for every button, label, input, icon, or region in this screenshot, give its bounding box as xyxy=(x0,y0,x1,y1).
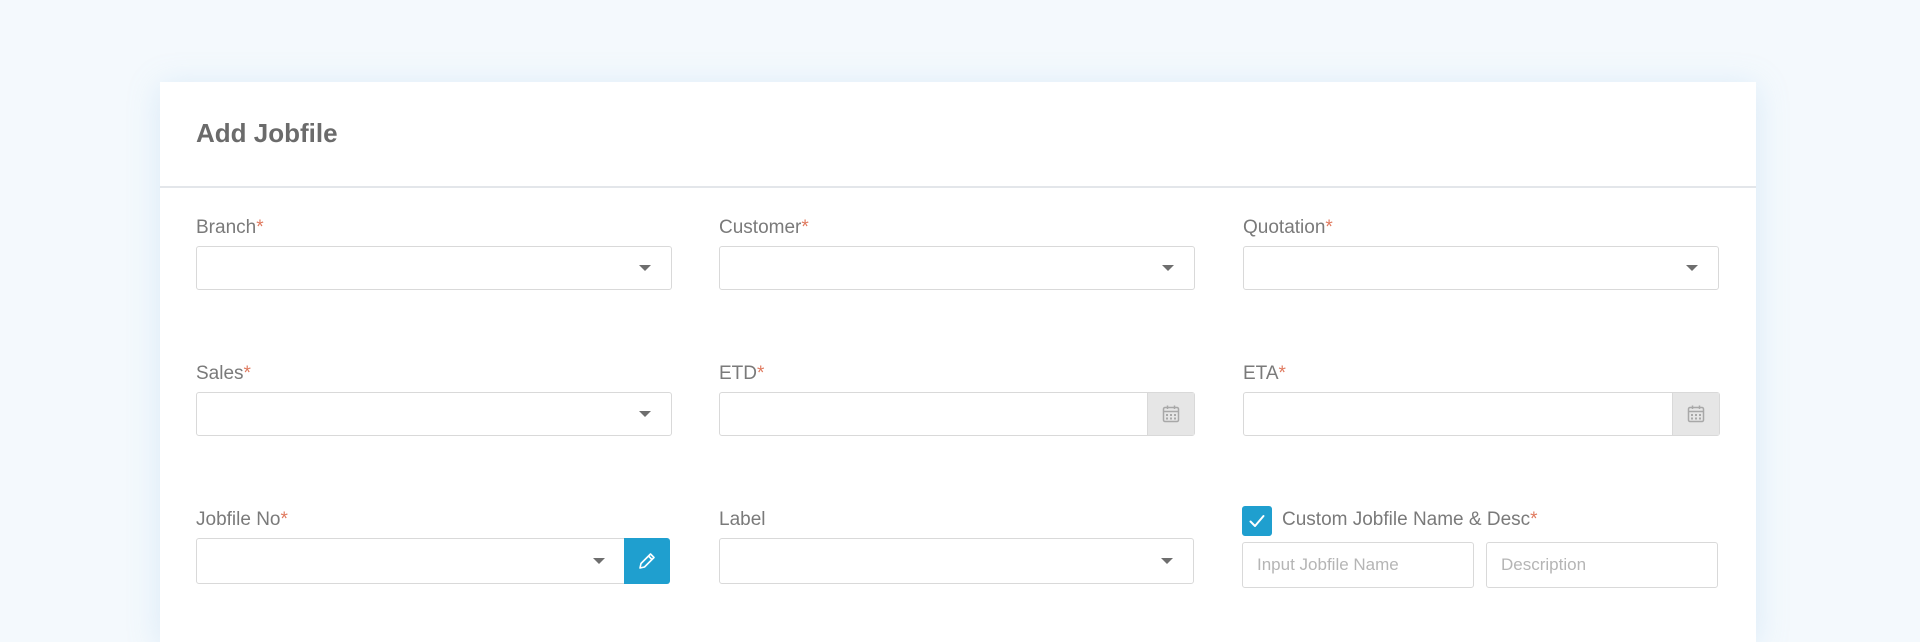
calendar-icon xyxy=(1687,405,1705,423)
customer-field: Customer* xyxy=(719,216,1195,296)
required-mark: * xyxy=(1325,217,1333,238)
caret-down-icon xyxy=(1162,265,1174,271)
caret-down-icon xyxy=(1686,265,1698,271)
sales-field: Sales* xyxy=(196,362,672,442)
customer-label: Customer* xyxy=(719,217,809,238)
eta-calendar-button[interactable] xyxy=(1672,393,1719,435)
sales-select[interactable] xyxy=(196,392,672,436)
caret-down-icon xyxy=(639,411,651,417)
card-header: Add Jobfile xyxy=(160,82,1756,188)
jobfile-name-input[interactable] xyxy=(1242,542,1474,588)
required-mark: * xyxy=(1530,509,1538,530)
branch-label: Branch* xyxy=(196,217,264,238)
pencil-icon xyxy=(639,553,655,569)
branch-field: Branch* xyxy=(196,216,672,296)
custom-jobfile-checkbox[interactable] xyxy=(1242,506,1272,536)
add-jobfile-card: Add Jobfile Branch* Customer* Quotation*… xyxy=(160,82,1756,642)
custom-jobfile-field: Custom Jobfile Name & Desc* xyxy=(1242,506,1720,592)
etd-calendar-button[interactable] xyxy=(1147,393,1194,435)
required-mark: * xyxy=(243,363,251,384)
customer-select[interactable] xyxy=(719,246,1195,290)
eta-label: ETA* xyxy=(1243,363,1286,384)
checkmark-icon xyxy=(1249,515,1265,527)
sales-label: Sales* xyxy=(196,363,251,384)
required-mark: * xyxy=(256,217,264,238)
quotation-field: Quotation* xyxy=(1243,216,1719,296)
jobfile-no-label: Jobfile No* xyxy=(196,509,288,530)
jobfile-no-field: Jobfile No* xyxy=(196,508,672,588)
jobfile-no-select[interactable] xyxy=(196,538,626,584)
label-select[interactable] xyxy=(719,538,1194,584)
label-label: Label xyxy=(719,509,766,530)
quotation-select[interactable] xyxy=(1243,246,1719,290)
label-field: Label xyxy=(719,508,1195,588)
required-mark: * xyxy=(1278,363,1286,384)
quotation-label: Quotation* xyxy=(1243,217,1333,238)
caret-down-icon xyxy=(593,558,605,564)
page-title: Add Jobfile xyxy=(196,118,338,148)
caret-down-icon xyxy=(1161,558,1173,564)
etd-field: ETD* xyxy=(719,362,1195,442)
custom-jobfile-label: Custom Jobfile Name & Desc* xyxy=(1282,509,1538,530)
jobfile-description-input[interactable] xyxy=(1486,542,1718,588)
etd-label: ETD* xyxy=(719,363,765,384)
edit-jobfile-no-button[interactable] xyxy=(624,538,670,584)
calendar-icon xyxy=(1162,405,1180,423)
eta-field: ETA* xyxy=(1243,362,1720,442)
required-mark: * xyxy=(757,363,765,384)
required-mark: * xyxy=(801,217,809,238)
etd-date-input[interactable] xyxy=(719,392,1195,436)
branch-select[interactable] xyxy=(196,246,672,290)
required-mark: * xyxy=(280,509,288,530)
caret-down-icon xyxy=(639,265,651,271)
eta-date-input[interactable] xyxy=(1243,392,1720,436)
